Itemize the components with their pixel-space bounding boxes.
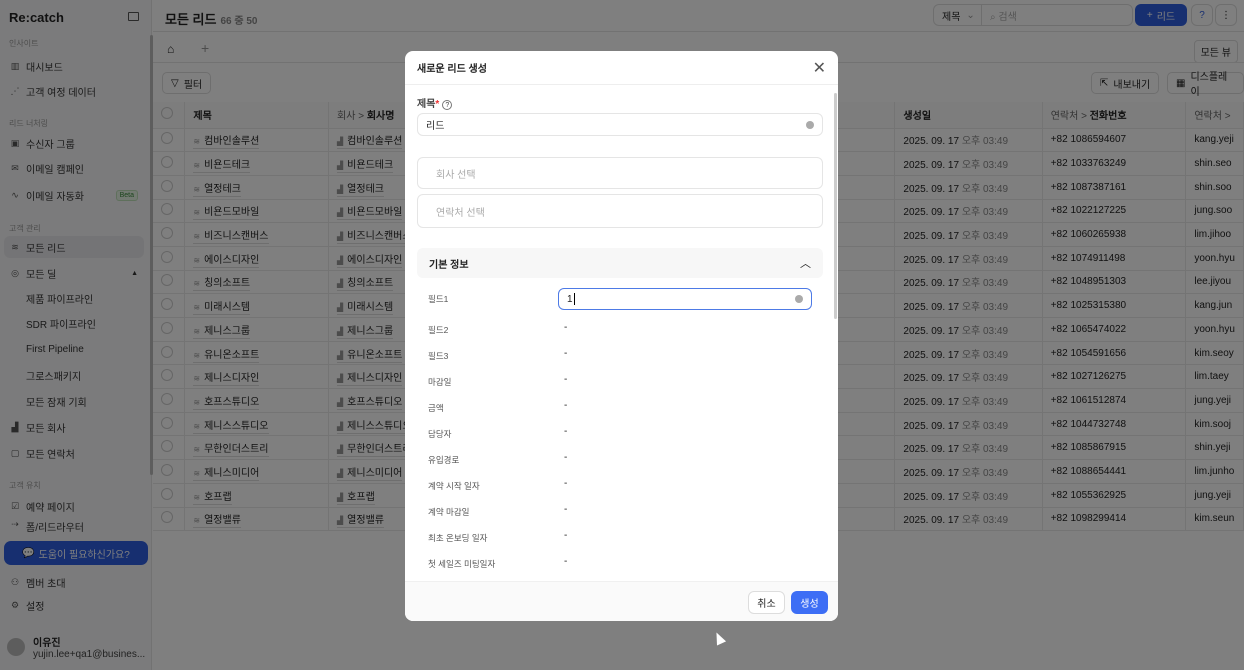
field-label: 계약 시작 일자 bbox=[428, 481, 480, 491]
clear-icon[interactable] bbox=[806, 120, 814, 129]
field1-value: 1 bbox=[567, 293, 573, 305]
field-label: 필드2 bbox=[428, 325, 449, 335]
field-value[interactable]: - bbox=[564, 400, 567, 411]
title-label: 제목*? bbox=[417, 95, 453, 110]
modal-title: 새로운 리드 생성 bbox=[417, 64, 487, 75]
field1-label: 필드1 bbox=[428, 294, 449, 304]
basic-info-section-toggle[interactable]: 기본 정보 ︿ bbox=[417, 248, 823, 278]
field-value[interactable]: - bbox=[564, 556, 567, 567]
field-value[interactable]: - bbox=[564, 322, 567, 333]
clear-icon[interactable] bbox=[795, 295, 803, 303]
field-label: 첫 세일즈 미팅일자 bbox=[428, 559, 496, 569]
close-icon[interactable]: ✕ bbox=[813, 58, 826, 78]
field-value[interactable]: - bbox=[564, 478, 567, 489]
field-label: 계약 마감일 bbox=[428, 507, 470, 517]
field-value[interactable]: - bbox=[564, 426, 567, 437]
modal-scrollbar[interactable] bbox=[834, 93, 837, 319]
company-placeholder: 회사 선택 bbox=[436, 169, 476, 181]
title-input[interactable]: 리드 bbox=[417, 113, 823, 136]
field-label: 금액 bbox=[428, 403, 444, 413]
field-value[interactable]: - bbox=[564, 452, 567, 463]
field-value[interactable]: - bbox=[564, 374, 567, 385]
title-value: 리드 bbox=[426, 121, 445, 132]
help-icon[interactable]: ? bbox=[442, 100, 453, 110]
chevron-up-icon: ︿ bbox=[800, 258, 811, 270]
field-label: 마감일 bbox=[428, 377, 452, 387]
text-caret bbox=[573, 293, 575, 305]
cancel-button[interactable]: 취소 bbox=[748, 591, 785, 614]
company-select[interactable]: 회사 선택 bbox=[417, 157, 823, 189]
field-label: 유입경로 bbox=[428, 455, 460, 465]
field-value[interactable]: - bbox=[564, 348, 567, 359]
field-value[interactable]: - bbox=[564, 530, 567, 541]
contact-select[interactable]: 연락처 선택 bbox=[417, 194, 823, 228]
field1-input[interactable]: 1 bbox=[558, 288, 812, 310]
label-text: 제목 bbox=[417, 99, 436, 110]
modal-header: 새로운 리드 생성 ✕ bbox=[405, 51, 838, 85]
section-title: 기본 정보 bbox=[429, 259, 469, 271]
field-value[interactable]: - bbox=[564, 504, 567, 515]
create-button[interactable]: 생성 bbox=[791, 591, 828, 614]
create-lead-modal: 새로운 리드 생성 ✕ 제목*? 리드 회사 선택 연락처 선택 기본 정보 ︿ 필… bbox=[405, 51, 838, 621]
modal-footer: 취소 생성 bbox=[405, 581, 838, 621]
field-label: 필드3 bbox=[428, 351, 449, 361]
required-mark: * bbox=[435, 99, 440, 110]
contact-placeholder: 연락처 선택 bbox=[436, 207, 485, 219]
field-label: 최초 온보딩 일자 bbox=[428, 533, 488, 543]
field-label: 담당자 bbox=[428, 429, 452, 439]
